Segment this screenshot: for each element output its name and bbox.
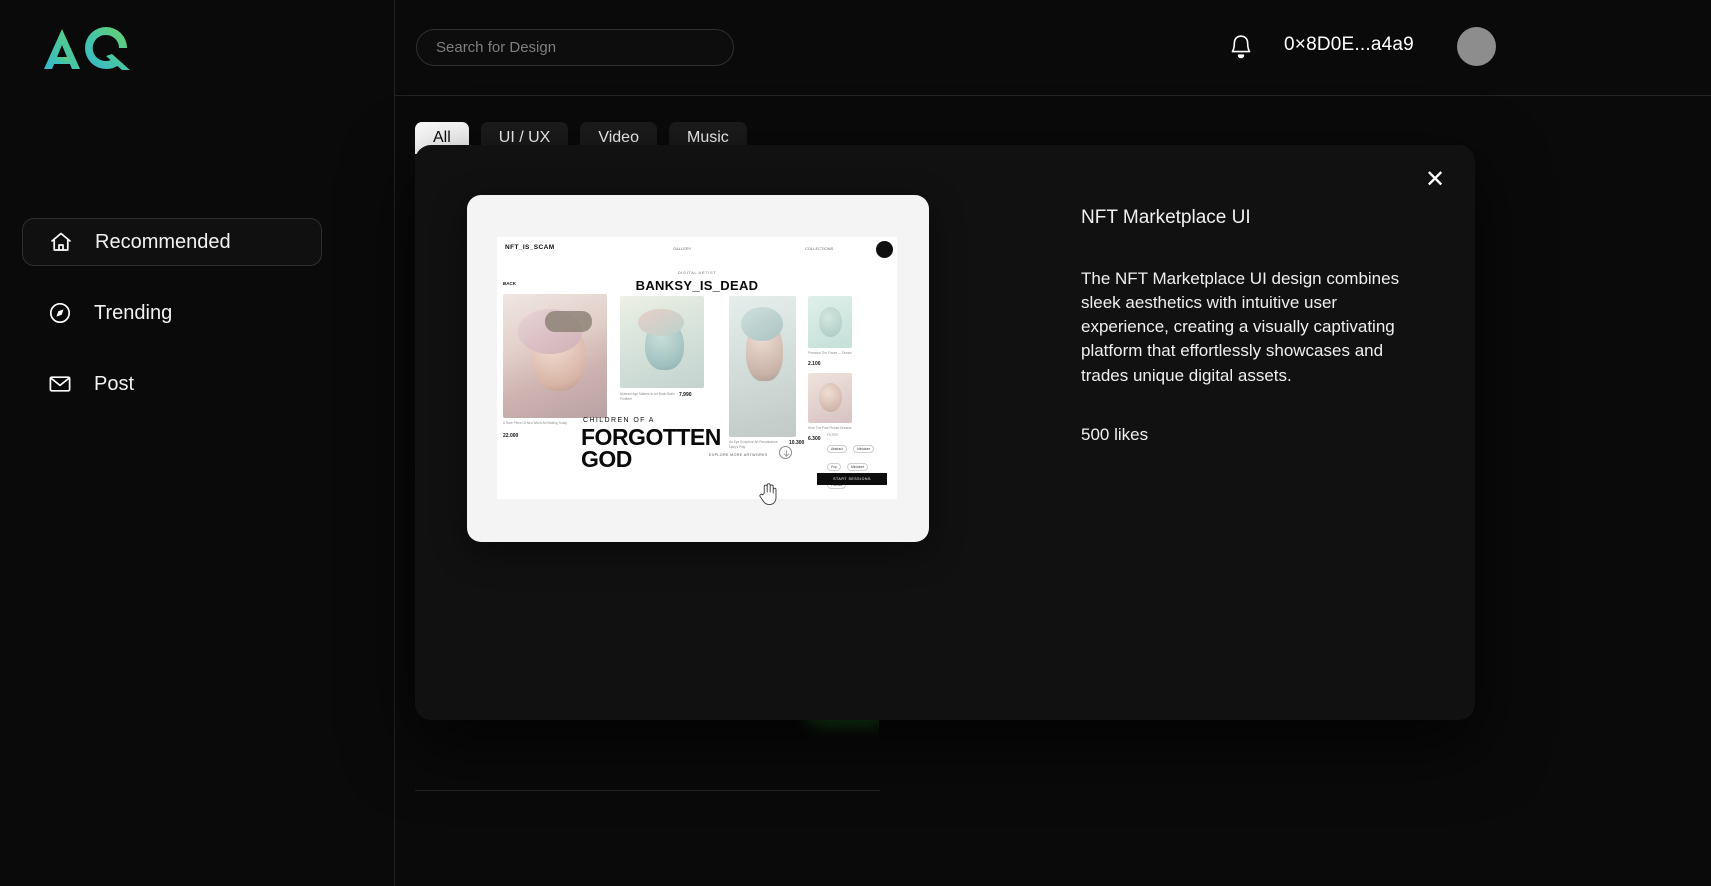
preview-filter-label: FILTER xyxy=(827,433,838,437)
design-detail-modal: ✕ NFT_IS_SCAM GALLERY COLLECTIONS DIGITA… xyxy=(415,145,1475,720)
sidebar: Recommended Trending Post xyxy=(0,0,395,886)
preview-artwork-price: 6.300 xyxy=(808,436,821,442)
section-divider xyxy=(415,790,880,791)
app-logo[interactable] xyxy=(42,24,134,72)
preview-screenshot: NFT_IS_SCAM GALLERY COLLECTIONS DIGITAL … xyxy=(497,237,897,499)
modal-description: The NFT Marketplace UI design combines s… xyxy=(1081,269,1400,385)
preview-brand: NFT_IS_SCAM xyxy=(505,244,555,251)
preview-artwork-caption: An Eye Sculpture Art Renaissance Lady's … xyxy=(729,440,778,449)
preview-artwork-tile xyxy=(808,296,852,348)
sidebar-item-recommended[interactable]: Recommended xyxy=(22,218,322,266)
sidebar-item-label: Recommended xyxy=(95,231,231,253)
preview-avatar-dot xyxy=(876,241,893,258)
preview-cta-button: START SESSIONS xyxy=(817,473,887,485)
preview-filter-chip: Pop xyxy=(827,463,841,471)
preview-artwork-price: 7.990 xyxy=(679,392,692,398)
modal-info-panel: NFT Marketplace UI The NFT Marketplace U… xyxy=(1081,207,1411,445)
search-input[interactable] xyxy=(416,29,734,66)
sidebar-item-trending[interactable]: Trending xyxy=(22,289,322,337)
sidebar-item-post[interactable]: Post xyxy=(22,360,322,408)
arrow-down-icon xyxy=(779,446,792,459)
preview-filter-chip: Abstract xyxy=(827,445,847,453)
preview-explore-label: EXPLORE MORE ARTWORKS xyxy=(709,453,768,457)
home-icon xyxy=(49,230,73,254)
preview-artwork-tile xyxy=(729,296,796,437)
preview-artwork-tile xyxy=(620,296,704,388)
preview-artwork-price: 2.100 xyxy=(808,361,821,367)
app-root: Recommended Trending Post Search for Des… xyxy=(0,0,1711,886)
sidebar-nav: Recommended Trending Post xyxy=(22,218,322,431)
sidebar-item-label: Trending xyxy=(94,302,173,324)
design-preview-card[interactable]: NFT_IS_SCAM GALLERY COLLECTIONS DIGITAL … xyxy=(467,195,929,542)
preview-back-link: BACK xyxy=(503,281,516,286)
preview-nav-right: COLLECTIONS xyxy=(805,246,834,251)
wallet-address[interactable]: 0×8D0E...a4a9 xyxy=(1284,34,1414,56)
preview-hero-line-3: GOD xyxy=(581,445,632,472)
preview-artwork-caption: Premium The Future — Dream xyxy=(808,351,852,355)
preview-filter-chip: Miniature xyxy=(853,445,875,453)
sidebar-item-label: Post xyxy=(94,373,135,395)
compass-icon xyxy=(48,301,72,325)
bell-icon[interactable] xyxy=(1228,33,1254,61)
preview-topbar: NFT_IS_SCAM GALLERY COLLECTIONS xyxy=(505,244,889,256)
preview-title: BANKSY_IS_DEAD xyxy=(635,278,759,293)
preview-artwork-tile xyxy=(808,373,852,423)
envelope-icon xyxy=(48,372,72,396)
avatar[interactable] xyxy=(1457,27,1496,66)
modal-title: NFT Marketplace UI xyxy=(1081,207,1251,228)
preview-hero-headline: FORGOTTEN GOD xyxy=(581,426,721,472)
preview-filter-chip: Miniature xyxy=(847,463,869,471)
preview-artwork-caption: Abstract Age Matters In Art Brain Brain … xyxy=(620,392,675,401)
likes-count: 500 likes xyxy=(1081,424,1149,444)
preview-artwork-caption: Hear The Past Picture Dreams xyxy=(808,426,852,430)
preview-artwork-price: 22.000 xyxy=(503,433,519,439)
preview-artwork-tile xyxy=(503,294,607,418)
close-icon[interactable]: ✕ xyxy=(1420,165,1450,195)
preview-nav-left: GALLERY xyxy=(673,246,692,251)
preview-artwork-price: 10.300 xyxy=(789,440,805,446)
pointer-hand-icon xyxy=(758,482,778,506)
preview-kicker: DIGITAL ARTIST xyxy=(677,270,717,275)
preview-hero-line-1: CHILDREN OF A xyxy=(583,417,655,424)
top-header: 0×8D0E...a4a9 xyxy=(395,0,1711,96)
